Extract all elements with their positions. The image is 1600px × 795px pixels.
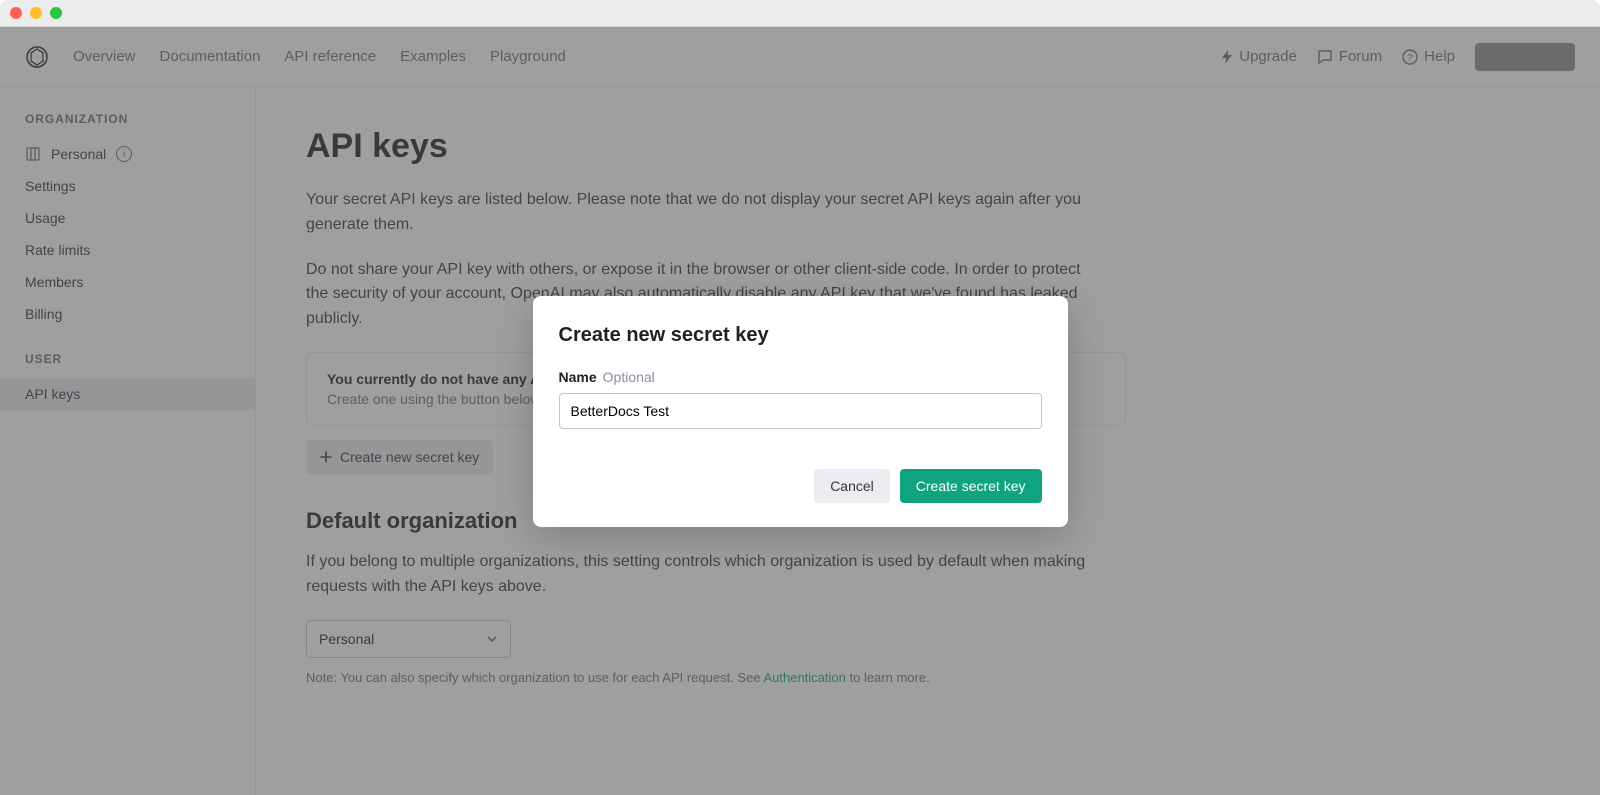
window-titlebar [0,0,1600,27]
maximize-window-icon[interactable] [50,7,62,19]
modal-overlay[interactable]: Create new secret key Name Optional Cance… [0,27,1600,795]
minimize-window-icon[interactable] [30,7,42,19]
create-secret-key-button[interactable]: Create secret key [900,469,1042,503]
create-key-modal: Create new secret key Name Optional Cance… [533,296,1068,527]
cancel-button[interactable]: Cancel [814,469,890,503]
close-window-icon[interactable] [10,7,22,19]
key-name-input[interactable] [559,393,1042,429]
modal-title: Create new secret key [559,324,1042,347]
name-label-text: Name [559,369,597,385]
name-field-label: Name Optional [559,369,1042,385]
optional-label: Optional [603,369,655,385]
